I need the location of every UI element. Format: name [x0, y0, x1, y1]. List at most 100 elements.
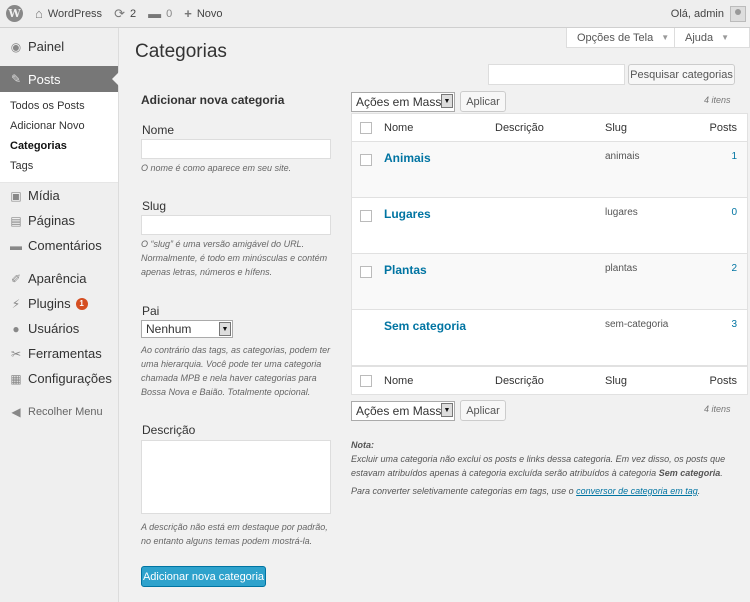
column-footer-slug[interactable]: Slug: [605, 375, 627, 387]
plus-icon: +: [184, 6, 192, 21]
collapse-menu-button[interactable]: ◀ Recolher Menu: [0, 399, 118, 424]
submenu-categories[interactable]: Categorias: [0, 136, 118, 156]
wordpress-logo-icon: W: [6, 5, 23, 22]
sidebar-item-label: Posts: [28, 71, 61, 87]
updates-menu[interactable]: ⟳ 2: [108, 0, 142, 28]
slug-description: O “slug” é uma versão amigável do URL. N…: [141, 239, 328, 277]
category-posts-count[interactable]: 0: [731, 207, 737, 218]
users-icon: ●: [12, 321, 20, 336]
site-name-menu[interactable]: ⌂ WordPress: [29, 0, 108, 28]
category-name-link[interactable]: Animais: [384, 151, 431, 165]
description-label: Descrição: [142, 423, 196, 437]
sidebar-item-ferramentas[interactable]: ✂ Ferramentas: [0, 341, 118, 366]
pin-icon: ✎: [10, 72, 22, 86]
items-count-bottom: 4 itens: [704, 404, 731, 414]
category-posts-count[interactable]: 3: [731, 319, 737, 330]
screen-options-button[interactable]: Opções de Tela ▼: [566, 28, 681, 48]
name-label: Nome: [142, 123, 175, 137]
sidebar-item-label: Aparência: [28, 271, 87, 286]
sidebar-item-label: Configurações: [28, 371, 112, 386]
parent-selected-value: Nenhum: [146, 322, 192, 336]
updates-count: 2: [129, 7, 137, 20]
comments-menu[interactable]: ▬ 0: [142, 0, 178, 28]
screen-options-label: Opções de Tela: [577, 31, 654, 44]
bulk-actions-select-top[interactable]: Ações em Massa ▼: [351, 92, 455, 112]
sidebar-item-posts[interactable]: ✎ Posts: [0, 66, 119, 92]
row-checkbox[interactable]: [360, 154, 372, 166]
bulk-actions-label: Ações em Massa: [356, 404, 449, 418]
search-input[interactable]: [488, 64, 625, 85]
parent-description: Ao contrário das tags, as categorias, po…: [141, 345, 331, 397]
column-footer-name[interactable]: Nome: [384, 375, 413, 387]
apply-button-top[interactable]: Aplicar: [460, 91, 506, 112]
column-header-name[interactable]: Nome: [384, 122, 413, 134]
dashboard-icon: ◉: [10, 39, 22, 54]
note-convert-text: Para converter seletivamente categorias …: [351, 486, 574, 496]
add-category-button[interactable]: Adicionar nova categoria: [141, 566, 266, 587]
caret-down-icon: ▼: [721, 33, 730, 42]
column-footer-posts[interactable]: Posts: [709, 375, 737, 387]
table-row: Lugares lugares 0: [352, 198, 747, 254]
sidebar-item-configuracoes[interactable]: ▦ Configurações: [0, 366, 118, 391]
category-slug: animais: [605, 151, 640, 162]
sidebar-item-usuarios[interactable]: ● Usuários: [0, 316, 118, 341]
sidebar-item-label: Comentários: [28, 238, 102, 253]
sidebar-item-plugins[interactable]: ⚡ Plugins 1: [0, 291, 118, 316]
sidebar-item-label: Plugins: [28, 296, 71, 311]
description-textarea[interactable]: [141, 440, 331, 514]
category-posts-count[interactable]: 2: [731, 263, 737, 274]
admin-sidebar: ◉ Painel ✎ Posts Todos os Posts Adiciona…: [0, 28, 119, 602]
wp-logo-menu[interactable]: W: [0, 0, 29, 28]
table-footer: Nome Descrição Slug Posts: [352, 366, 747, 394]
search-categories-button[interactable]: Pesquisar categorias: [628, 64, 735, 85]
category-name-link[interactable]: Sem categoria: [384, 319, 466, 333]
column-header-posts[interactable]: Posts: [709, 122, 737, 134]
submenu-tags[interactable]: Tags: [0, 156, 118, 176]
collapse-label: Recolher Menu: [28, 405, 103, 418]
category-posts-count[interactable]: 1: [731, 151, 737, 162]
apply-button-bottom[interactable]: Aplicar: [460, 400, 506, 421]
site-name: WordPress: [47, 7, 103, 20]
sidebar-item-label: Ferramentas: [28, 346, 102, 361]
new-content-menu[interactable]: + Novo: [178, 0, 228, 28]
category-note: Nota: Excluir uma categoria não exclui o…: [351, 440, 726, 496]
sidebar-item-label: Mídia: [28, 188, 60, 203]
row-checkbox[interactable]: [360, 266, 372, 278]
dropdown-arrow-icon: ▼: [219, 322, 231, 336]
collapse-arrow-icon: ◀: [11, 404, 21, 419]
name-input[interactable]: [141, 139, 331, 159]
main-content: Categorias Opções de Tela ▼ Ajuda ▼ Pesq…: [120, 28, 750, 602]
admin-bar: W ⌂ WordPress ⟳ 2 ▬ 0 + Novo Olá, admin: [0, 0, 750, 28]
category-name-link[interactable]: Lugares: [384, 207, 431, 221]
column-header-description[interactable]: Descrição: [495, 122, 544, 134]
categories-table: Nome Descrição Slug Posts Animais animai…: [351, 113, 748, 395]
select-all-checkbox[interactable]: [360, 122, 372, 134]
category-slug: plantas: [605, 263, 638, 274]
category-tag-converter-link[interactable]: conversor de categoria em tag: [576, 486, 698, 496]
row-checkbox[interactable]: [360, 210, 372, 222]
column-footer-description[interactable]: Descrição: [495, 375, 544, 387]
submenu-all-posts[interactable]: Todos os Posts: [0, 96, 118, 116]
description-help: A descrição não está em destaque por pad…: [141, 522, 328, 546]
parent-select[interactable]: Nenhum ▼: [141, 320, 233, 338]
parent-label: Pai: [142, 304, 160, 318]
help-button[interactable]: Ajuda ▼: [674, 28, 750, 48]
column-header-slug[interactable]: Slug: [605, 122, 627, 134]
sidebar-item-comentarios[interactable]: ▬ Comentários: [0, 233, 118, 258]
sidebar-item-label: Páginas: [28, 213, 75, 228]
avatar: [730, 5, 746, 22]
sidebar-item-midia[interactable]: ▣ Mídia: [0, 183, 118, 208]
home-icon: ⌂: [35, 6, 43, 21]
pages-icon: ▤: [10, 213, 22, 228]
submenu-add-new[interactable]: Adicionar Novo: [0, 116, 118, 136]
help-label: Ajuda: [685, 31, 714, 44]
my-account-menu[interactable]: Olá, admin: [665, 0, 750, 28]
tools-icon: ✂: [10, 346, 22, 361]
select-all-checkbox-bottom[interactable]: [360, 375, 372, 387]
bulk-actions-select-bottom[interactable]: Ações em Massa ▼: [351, 401, 455, 421]
sidebar-item-paginas[interactable]: ▤ Páginas: [0, 208, 118, 233]
slug-input[interactable]: [141, 215, 331, 235]
sidebar-item-painel[interactable]: ◉ Painel: [0, 34, 118, 59]
sidebar-item-aparencia[interactable]: ✐ Aparência: [0, 266, 118, 291]
category-name-link[interactable]: Plantas: [384, 263, 427, 277]
